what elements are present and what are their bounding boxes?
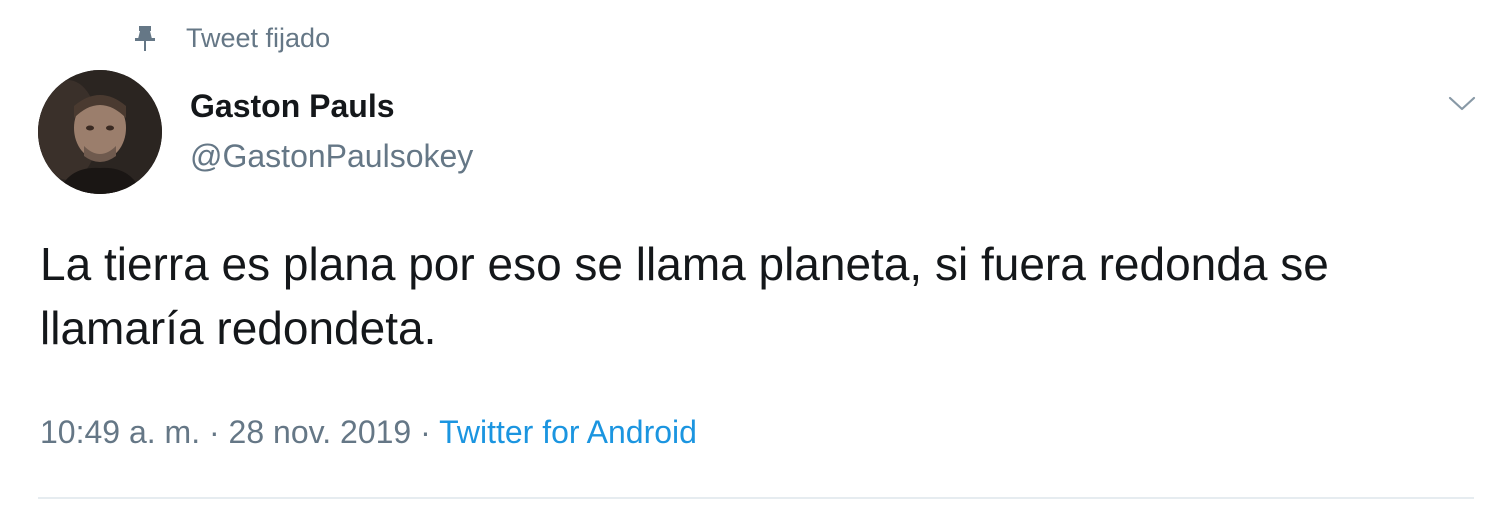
divider	[38, 497, 1474, 499]
tweet-source-link[interactable]: Twitter for Android	[439, 414, 697, 450]
tweet-metadata: 10:49 a. m. · 28 nov. 2019 · Twitter for…	[40, 414, 697, 451]
pin-icon	[130, 23, 160, 53]
tweet-text: La tierra es plana por eso se llama plan…	[40, 238, 1329, 354]
tweet-date[interactable]: 28 nov. 2019	[229, 414, 412, 450]
meta-separator: ·	[200, 414, 229, 450]
chevron-down-icon	[1447, 94, 1477, 119]
pinned-label: Tweet fijado	[186, 22, 331, 53]
meta-separator: ·	[411, 414, 440, 450]
author-display-name[interactable]: Gaston Pauls	[190, 88, 395, 125]
author-handle[interactable]: @GastonPaulsokey	[190, 138, 473, 175]
tweet-time[interactable]: 10:49 a. m.	[40, 414, 200, 450]
avatar[interactable]	[38, 70, 162, 194]
pinned-indicator: Tweet fijado	[130, 18, 330, 58]
tweet-menu-button[interactable]	[1440, 88, 1484, 124]
